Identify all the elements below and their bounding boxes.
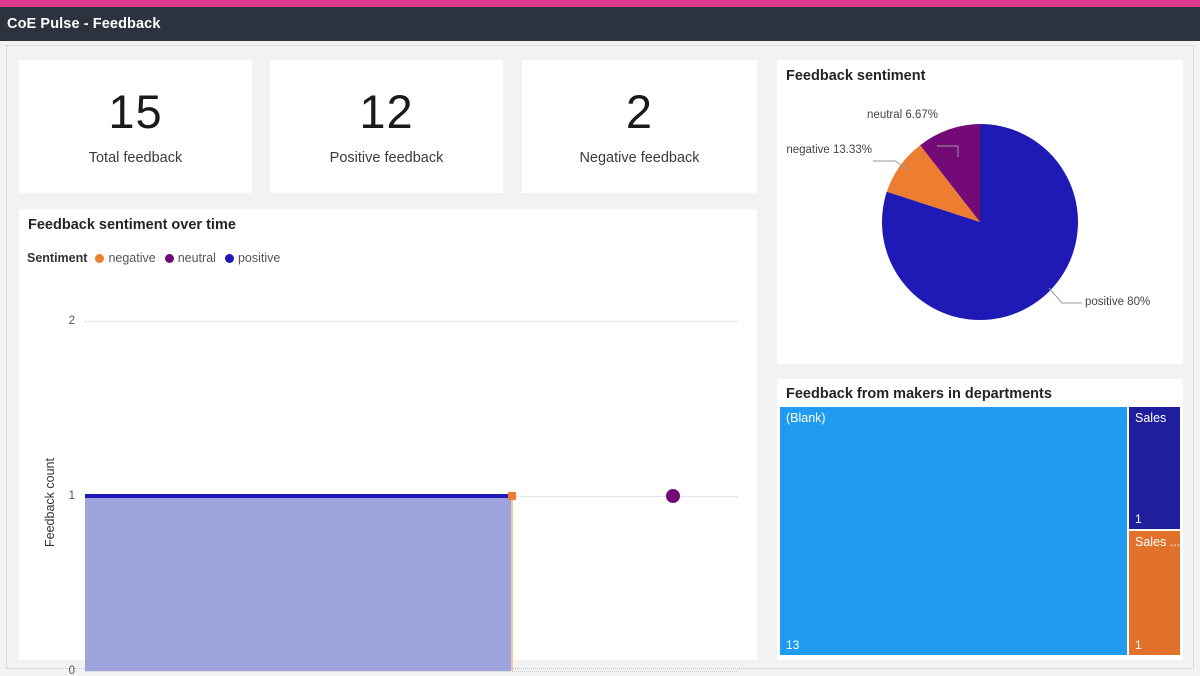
treemap-cell-label: Sales: [1135, 411, 1167, 425]
kpi-value: 15: [108, 84, 163, 138]
pie-chart-plot[interactable]: [777, 60, 1183, 364]
legend-label: negative: [108, 251, 156, 265]
treemap-cell-label: (Blank): [786, 411, 826, 425]
legend-item-positive[interactable]: positive: [224, 251, 281, 265]
y-axis-title: Feedback count: [43, 458, 57, 547]
accent-bar: [0, 0, 1200, 7]
chart-title: Feedback sentiment over time: [28, 217, 236, 233]
app-titlebar: CoE Pulse - Feedback: [0, 7, 1200, 41]
page-title: CoE Pulse - Feedback: [7, 16, 161, 32]
y-axis-tick: 1: [68, 490, 75, 502]
kpi-value: 12: [359, 84, 414, 138]
legend-label: positive: [237, 251, 281, 265]
dashboard-page: CoE Pulse - Feedback 15 Total feedback 1…: [0, 0, 1200, 676]
legend-item-neutral[interactable]: neutral: [164, 251, 216, 265]
treemap-cell-value: 1: [1135, 512, 1142, 526]
pie-label-negative: negative 13.33%: [786, 144, 872, 156]
kpi-value: 2: [625, 84, 654, 138]
y-axis-tick: 2: [68, 315, 75, 327]
chart-card-sentiment-over-time[interactable]: Feedback sentiment over time Sentiment n…: [19, 209, 757, 676]
legend-swatch-neutral-icon: [164, 253, 174, 263]
legend-title: Sentiment: [27, 251, 88, 265]
chart-title: Feedback from makers in departments: [786, 386, 1052, 402]
treemap-cell-sales-alt[interactable]: Sales ... 1: [1129, 531, 1180, 655]
y-axis-tick: 0: [68, 665, 75, 676]
area-chart-plot[interactable]: [85, 269, 741, 674]
kpi-card-total-feedback[interactable]: 15 Total feedback: [19, 60, 252, 193]
kpi-label: Negative feedback: [579, 149, 700, 166]
legend-label: neutral: [177, 251, 216, 265]
pie-leader-positive: [1048, 287, 1082, 304]
pie-label-positive: positive 80%: [1085, 296, 1151, 308]
kpi-card-negative-feedback[interactable]: 2 Negative feedback: [522, 60, 757, 193]
pie-label-neutral: neutral 6.67%: [867, 109, 938, 121]
marker-neutral: [666, 489, 680, 503]
area-series-positive: [85, 496, 511, 671]
kpi-label: Total feedback: [88, 149, 183, 166]
chart-legend[interactable]: Sentiment negative neutral positive: [27, 251, 289, 265]
chart-card-feedback-sentiment[interactable]: Feedback sentiment neutral 6.67% negativ…: [777, 60, 1183, 364]
legend-swatch-positive-icon: [224, 253, 234, 263]
treemap-cell-value: 1: [1135, 638, 1142, 652]
treemap-cell-label: Sales ...: [1135, 535, 1180, 549]
kpi-card-positive-feedback[interactable]: 12 Positive feedback: [270, 60, 503, 193]
treemap-cell-value: 13: [786, 638, 800, 652]
legend-item-negative[interactable]: negative: [95, 251, 156, 265]
kpi-label: Positive feedback: [329, 149, 444, 166]
legend-swatch-negative-icon: [95, 253, 105, 263]
chart-card-feedback-by-department[interactable]: Feedback from makers in departments (Bla…: [777, 379, 1183, 660]
treemap-cell-blank[interactable]: (Blank) 13: [780, 407, 1127, 655]
treemap-cell-sales[interactable]: Sales 1: [1129, 407, 1180, 529]
report-canvas: 15 Total feedback 12 Positive feedback 2…: [0, 41, 1200, 676]
marker-negative: [508, 492, 516, 500]
